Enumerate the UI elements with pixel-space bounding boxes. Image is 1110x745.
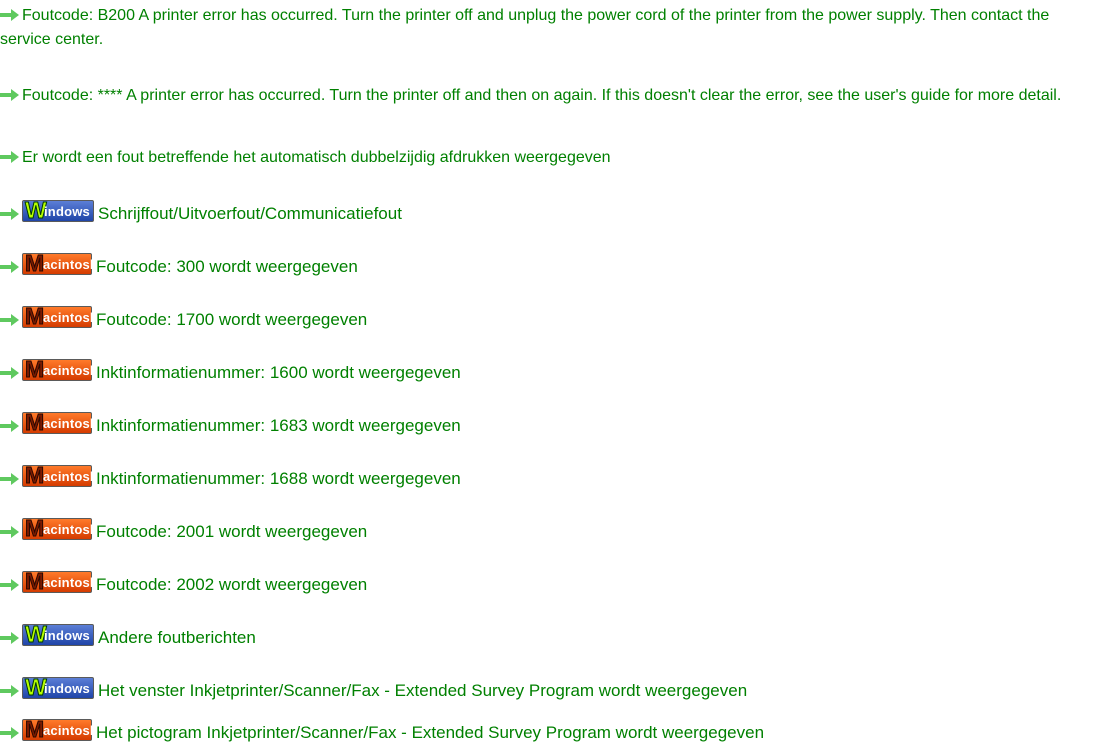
link-text[interactable]: Het venster Inkjetprinter/Scanner/Fax - … — [98, 681, 747, 700]
arrow-right-icon — [0, 151, 20, 163]
windows-badge-icon: Windows — [22, 197, 94, 224]
list-item[interactable]: Er wordt een fout betreffende het automa… — [0, 146, 1100, 170]
badge-rest: acintosh — [43, 575, 99, 590]
badge-rest: indows — [44, 628, 90, 643]
arrow-right-icon — [0, 632, 20, 644]
windows-badge-icon: Windows — [22, 621, 94, 648]
link-text[interactable]: Andere foutberichten — [98, 628, 256, 647]
arrow-right-icon — [0, 420, 20, 432]
link-text[interactable]: Er wordt een fout betreffende het automa… — [22, 149, 611, 166]
macintosh-badge-icon: Macintosh — [22, 462, 98, 489]
badge-initial: M — [24, 250, 45, 277]
list-item[interactable]: Macintosh Het pictogram Inkjetprinter/Sca… — [0, 716, 1100, 745]
badge-initial: M — [24, 716, 45, 743]
badge-rest: acintosh — [43, 363, 99, 378]
arrow-right-icon — [0, 9, 20, 21]
windows-badge-icon: Windows — [22, 674, 94, 701]
badge-initial: M — [24, 303, 45, 330]
arrow-right-icon — [0, 314, 20, 326]
badge-initial: M — [24, 515, 45, 542]
badge-initial: M — [24, 356, 45, 383]
link-text[interactable]: Inktinformatienummer: 1688 wordt weergeg… — [96, 469, 461, 488]
arrow-right-icon — [0, 473, 20, 485]
list-item[interactable]: Macintosh Foutcode: 1700 wordt weergegeve… — [0, 303, 1100, 332]
badge-rest: indows — [44, 681, 90, 696]
link-text[interactable]: Foutcode: 2001 wordt weergegeven — [96, 522, 367, 541]
link-text[interactable]: Inktinformatienummer: 1600 wordt weergeg… — [96, 363, 461, 382]
arrow-right-icon — [0, 89, 20, 101]
macintosh-badge-icon: Macintosh — [22, 515, 98, 542]
link-text[interactable]: Foutcode: 300 wordt weergegeven — [96, 257, 358, 276]
list-item[interactable]: Macintosh Foutcode: 2002 wordt weergegeve… — [0, 568, 1100, 597]
macintosh-badge-icon: Macintosh — [22, 568, 98, 595]
badge-initial: M — [24, 568, 45, 595]
badge-rest: acintosh — [43, 416, 99, 431]
list-item[interactable]: Macintosh Foutcode: 300 wordt weergegeven — [0, 250, 1100, 279]
macintosh-badge-icon: Macintosh — [22, 303, 98, 330]
link-text[interactable]: Inktinformatienummer: 1683 wordt weergeg… — [96, 416, 461, 435]
link-text[interactable]: Het pictogram Inkjetprinter/Scanner/Fax … — [96, 723, 764, 742]
badge-rest: acintosh — [43, 723, 99, 738]
link-text[interactable]: Foutcode: 1700 wordt weergegeven — [96, 310, 367, 329]
page: Foutcode: B200 A printer error has occur… — [0, 0, 1110, 744]
link-text[interactable]: Foutcode: B200 A printer error has occur… — [0, 7, 1049, 48]
list-item[interactable]: Macintosh Inktinformatienummer: 1688 word… — [0, 462, 1100, 491]
badge-rest: indows — [44, 204, 90, 219]
list-item[interactable]: Windows Schrijffout/Uitvoerfout/Communica… — [0, 197, 1100, 226]
list-item[interactable]: Macintosh Foutcode: 2001 wordt weergegeve… — [0, 515, 1100, 544]
list-item[interactable]: Windows Het venster Inkjetprinter/Scanner… — [0, 674, 1100, 703]
arrow-right-icon — [0, 208, 20, 220]
list-item[interactable]: Foutcode: **** A printer error has occur… — [0, 84, 1100, 108]
link-text[interactable]: Foutcode: 2002 wordt weergegeven — [96, 575, 367, 594]
list-item[interactable]: Foutcode: B200 A printer error has occur… — [0, 4, 1100, 52]
badge-initial: M — [24, 462, 45, 489]
badge-rest: acintosh — [43, 522, 99, 537]
list-item[interactable]: Windows Andere foutberichten — [0, 621, 1100, 650]
macintosh-badge-icon: Macintosh — [22, 356, 98, 383]
arrow-right-icon — [0, 367, 20, 379]
arrow-right-icon — [0, 579, 20, 591]
badge-initial: M — [24, 409, 45, 436]
arrow-right-icon — [0, 261, 20, 273]
link-text[interactable]: Schrijffout/Uitvoerfout/Communicatiefout — [98, 204, 402, 223]
badge-rest: acintosh — [43, 257, 99, 272]
list-item[interactable]: Macintosh Inktinformatienummer: 1683 word… — [0, 409, 1100, 438]
arrow-right-icon — [0, 727, 20, 739]
link-text[interactable]: Foutcode: **** A printer error has occur… — [22, 87, 1061, 104]
badge-rest: acintosh — [43, 469, 99, 484]
badge-rest: acintosh — [43, 310, 99, 325]
list-item[interactable]: Macintosh Inktinformatienummer: 1600 word… — [0, 356, 1100, 385]
macintosh-badge-icon: Macintosh — [22, 409, 98, 436]
macintosh-badge-icon: Macintosh — [22, 716, 98, 743]
macintosh-badge-icon: Macintosh — [22, 250, 98, 277]
arrow-right-icon — [0, 526, 20, 538]
arrow-right-icon — [0, 685, 20, 697]
